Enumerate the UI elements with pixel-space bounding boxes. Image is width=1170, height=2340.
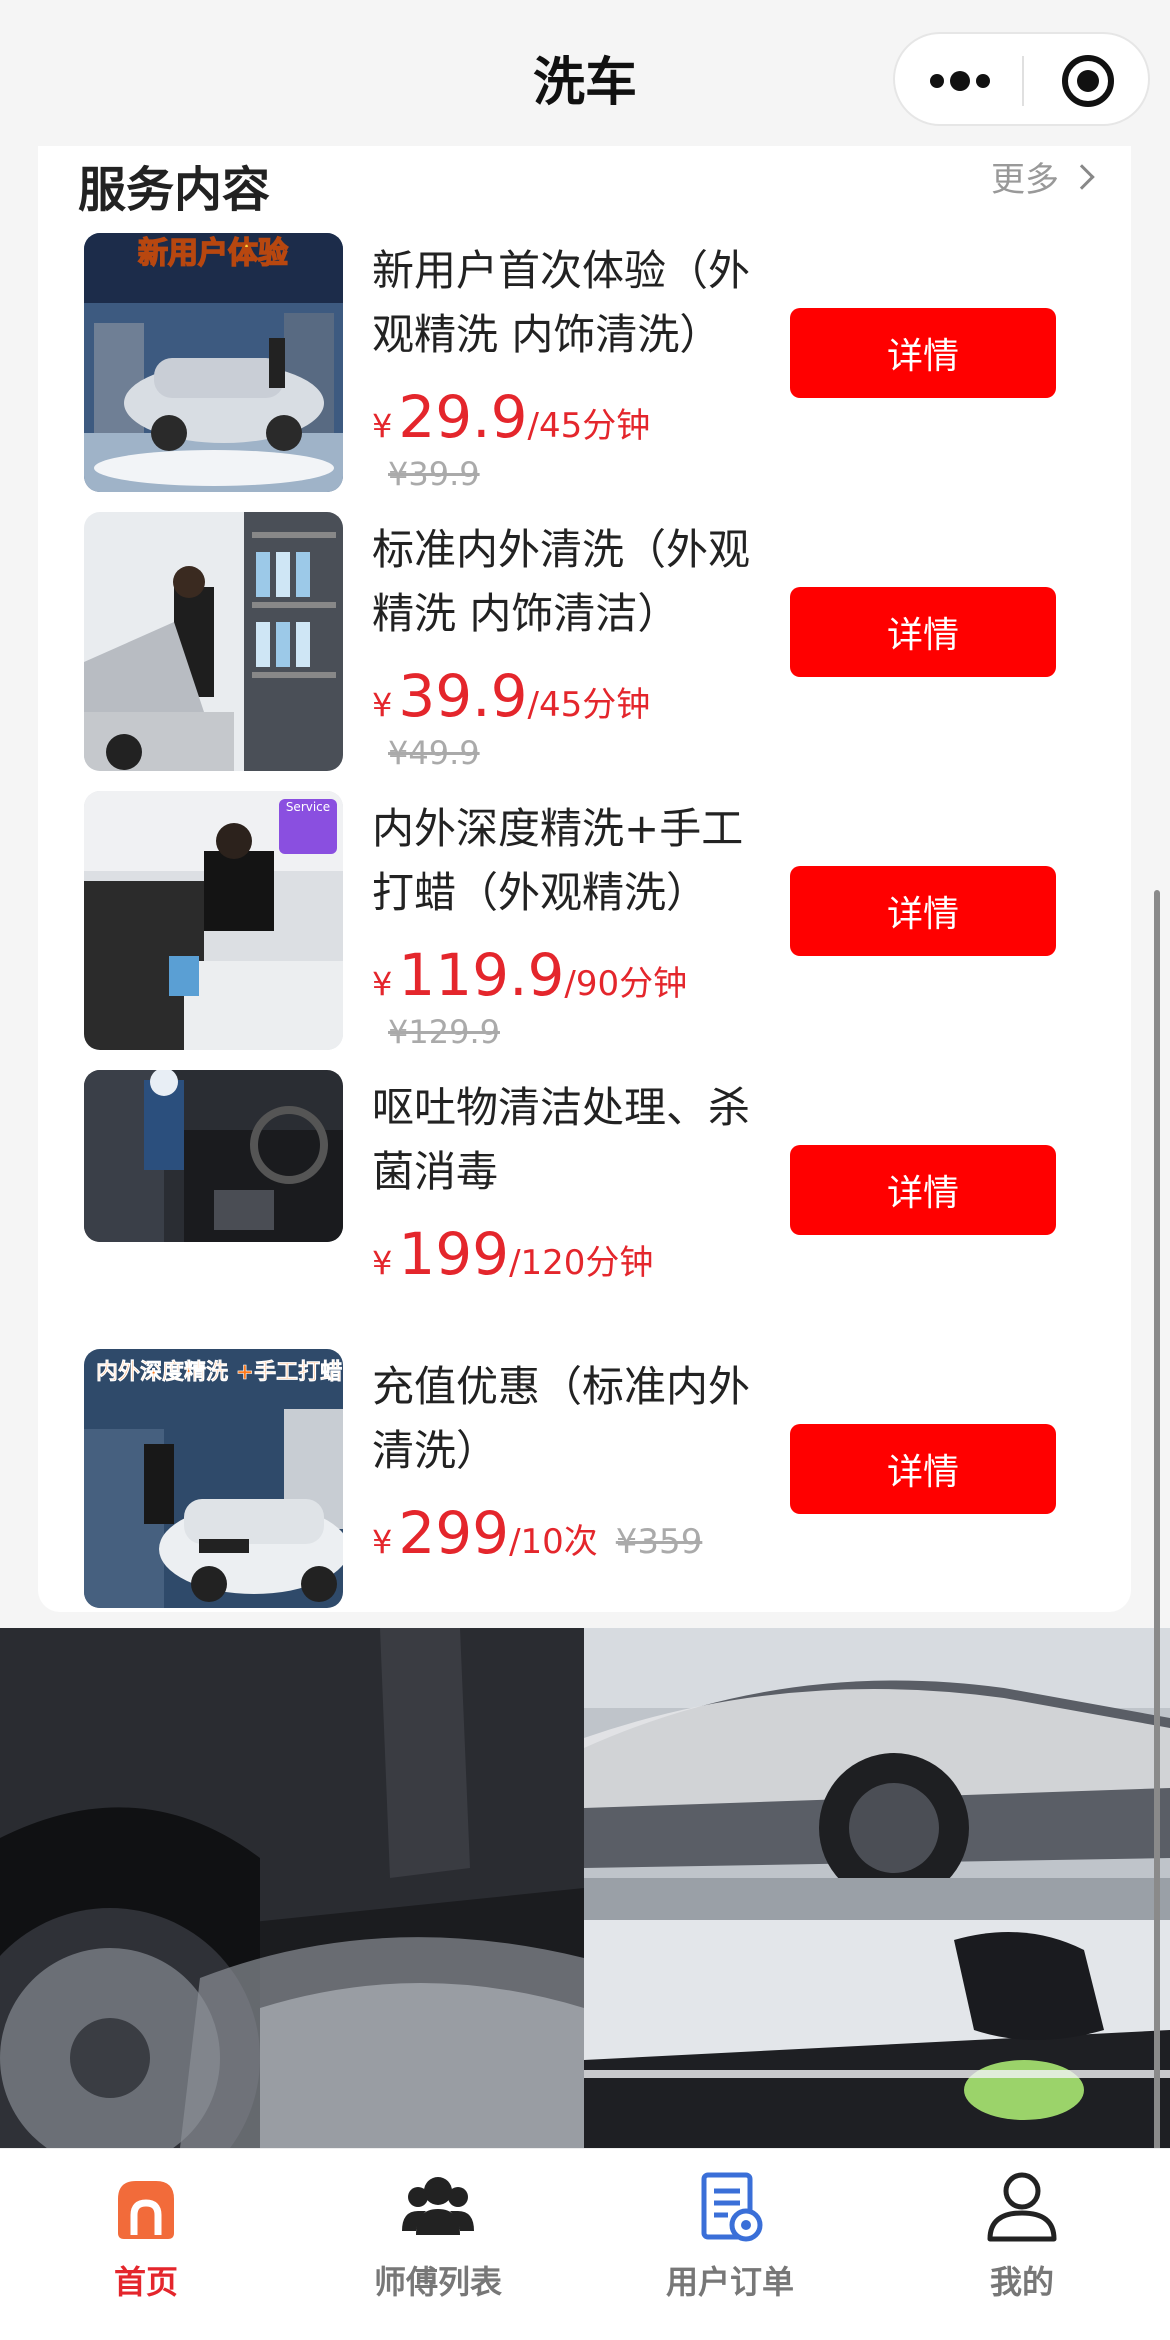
currency-symbol: ¥ xyxy=(372,1523,393,1561)
currency-symbol: ¥ xyxy=(372,965,393,1003)
service-item[interactable]: Service 内外深度精洗+手工打蜡（外观精洗） ¥ 119.9 /90分钟 … xyxy=(38,791,1131,1051)
more-link[interactable]: 更多 xyxy=(991,152,1095,201)
service-thumbnail xyxy=(84,512,343,771)
detail-button[interactable]: 详情 xyxy=(790,1145,1056,1235)
price-unit: /90分钟 xyxy=(564,964,688,1004)
original-price: ¥49.9 xyxy=(388,734,480,772)
tab-label: 我的 xyxy=(989,2263,1054,2301)
order-icon xyxy=(692,2169,768,2245)
service-name: 充值优惠（标准内外清洗） xyxy=(372,1362,751,1475)
service-name: 内外深度精洗+手工打蜡（外观精洗） xyxy=(372,804,744,917)
tab-home[interactable]: 首页 xyxy=(0,2169,292,2319)
original-price: ¥359 xyxy=(615,1522,703,1562)
capsule-divider xyxy=(1022,56,1024,106)
service-price: ¥ 299 /10次 ¥359 xyxy=(372,1499,702,1567)
tab-orders[interactable]: 用户订单 xyxy=(584,2169,876,2319)
tab-label: 用户订单 xyxy=(665,2263,794,2301)
price-value: 39.9 xyxy=(398,662,528,730)
service-card: 服务内容 更多 新用户体验 新用户首次体验（外观精洗 内饰清洗） ¥ 29.9 … xyxy=(38,146,1131,1612)
detail-button[interactable]: 详情 xyxy=(790,308,1056,398)
original-price: ¥39.9 xyxy=(388,455,480,493)
price-value: 119.9 xyxy=(398,941,565,1009)
currency-symbol: ¥ xyxy=(372,686,393,724)
more-menu-icon[interactable] xyxy=(925,34,995,128)
mini-program-capsule xyxy=(893,32,1150,126)
price-unit: /45分钟 xyxy=(527,406,651,446)
service-thumbnail: Service xyxy=(84,791,343,1050)
people-icon xyxy=(400,2169,476,2245)
tab-bar: 首页 师傅列表 用户订单 我的 xyxy=(0,2148,1170,2340)
section-title: 服务内容 xyxy=(78,162,271,218)
service-price: ¥ 29.9 /45分钟 xyxy=(372,383,650,451)
close-target-icon[interactable] xyxy=(1062,55,1114,107)
service-name: 呕吐物清洁处理、杀菌消毒 xyxy=(372,1083,751,1196)
price-value: 299 xyxy=(398,1499,510,1567)
tab-masters[interactable]: 师傅列表 xyxy=(292,2169,584,2319)
original-price: ¥129.9 xyxy=(388,1013,500,1051)
price-unit: /10次 xyxy=(509,1522,598,1562)
currency-symbol: ¥ xyxy=(372,1244,393,1282)
service-item[interactable]: 标准内外清洗（外观精洗 内饰清洁） ¥ 39.9 /45分钟 ¥49.9 详情 xyxy=(38,512,1131,772)
tab-label: 师傅列表 xyxy=(373,2263,502,2301)
service-price: ¥ 199 /120分钟 xyxy=(372,1220,653,1288)
service-name: 标准内外清洗（外观精洗 内饰清洁） xyxy=(372,525,751,638)
user-icon xyxy=(984,2169,1060,2245)
service-item[interactable]: 内外深度精洗 +手工打蜡 充值优惠（标准内外清洗） ¥ 299 /10次 ¥35… xyxy=(38,1349,1131,1609)
thumbnail-badge: 新用户体验 xyxy=(138,236,288,271)
service-price: ¥ 119.9 /90分钟 xyxy=(372,941,687,1009)
price-unit: /45分钟 xyxy=(527,685,651,725)
service-item[interactable]: 新用户体验 新用户首次体验（外观精洗 内饰清洗） ¥ 29.9 /45分钟 ¥3… xyxy=(38,233,1131,493)
currency-symbol: ¥ xyxy=(372,407,393,445)
service-price: ¥ 39.9 /45分钟 xyxy=(372,662,650,730)
service-thumbnail xyxy=(84,1070,343,1242)
price-value: 199 xyxy=(398,1220,510,1288)
thumbnail-badge: Service xyxy=(286,800,330,814)
car-mirror-wash-photo[interactable] xyxy=(584,1920,1170,2148)
home-icon xyxy=(108,2169,184,2245)
service-item[interactable]: 呕吐物清洁处理、杀菌消毒 ¥ 199 /120分钟 详情 xyxy=(38,1070,1131,1330)
scrollbar[interactable] xyxy=(1154,890,1160,2180)
tab-mine[interactable]: 我的 xyxy=(876,2169,1168,2319)
car-foam-photo[interactable] xyxy=(584,1628,1170,1920)
tab-label: 首页 xyxy=(113,2263,178,2301)
detail-button[interactable]: 详情 xyxy=(790,866,1056,956)
chevron-right-icon xyxy=(1069,163,1095,190)
service-thumbnail: 新用户体验 xyxy=(84,233,343,492)
car-wash-photo-large[interactable] xyxy=(0,1628,584,2148)
service-thumbnail: 内外深度精洗 +手工打蜡 xyxy=(84,1349,343,1608)
detail-button[interactable]: 详情 xyxy=(790,1424,1056,1514)
more-label: 更多 xyxy=(991,160,1059,200)
detail-button[interactable]: 详情 xyxy=(790,587,1056,677)
service-name: 新用户首次体验（外观精洗 内饰清洗） xyxy=(372,246,751,359)
thumbnail-badge: 内外深度精洗 +手工打蜡 xyxy=(96,1359,342,1385)
price-value: 29.9 xyxy=(398,383,528,451)
price-unit: /120分钟 xyxy=(509,1243,654,1283)
nav-bar: 洗车 xyxy=(0,0,1170,146)
